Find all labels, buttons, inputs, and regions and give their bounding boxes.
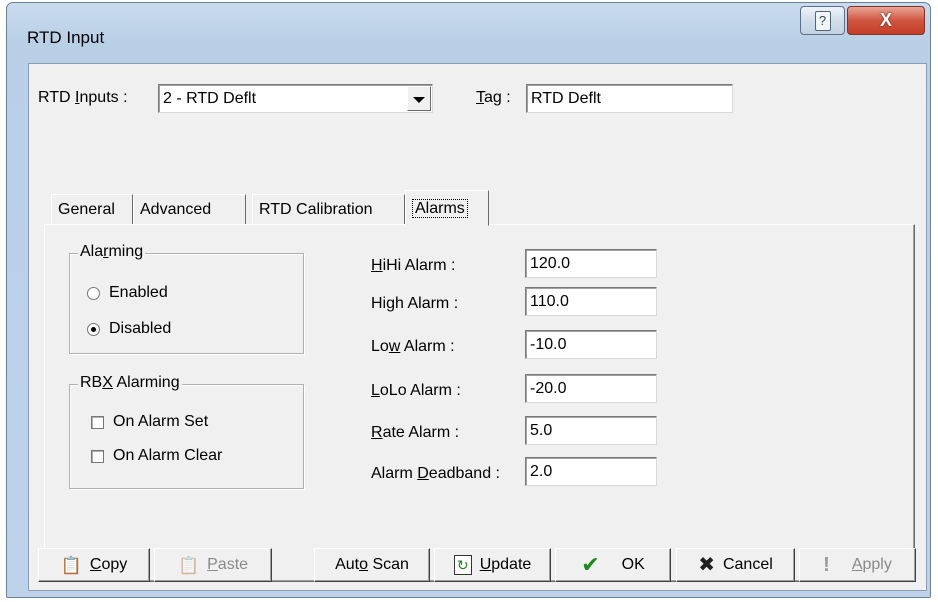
checkmark-icon: ✔ [581,552,600,577]
tab-rtd-calibration[interactable]: RTD Calibration [252,194,405,225]
help-icon: ? [814,10,831,31]
radio-button-selected-icon [87,322,100,336]
checkbox-icon [91,449,104,463]
close-icon: X [879,10,892,30]
paste-icon: 📋 [177,555,200,575]
low-alarm-field[interactable]: -10.0 [525,330,657,359]
close-button[interactable]: X [847,6,925,35]
alarming-enabled-radio[interactable]: Enabled [87,284,168,302]
cancel-button[interactable]: ✖ Cancel [676,548,795,582]
window-title: RTD Input [27,28,105,47]
alarms-tab-panel: Alarming Enabled Disabled RBX Alarming O… [44,224,915,582]
rate-alarm-label: Rate Alarm : [371,424,460,441]
hihi-alarm-field[interactable]: 120.0 [525,249,657,278]
ok-button[interactable]: ✔ OK [555,548,671,582]
dialog-window: RTD Input ? X RTD Inputs : 2 - RTD Deflt… [6,2,931,598]
copy-button[interactable]: 📋 Copy [38,548,150,582]
alarm-deadband-field[interactable]: 2.0 [525,457,657,486]
dialog-client-area: RTD Inputs : 2 - RTD Deflt Tag : RTD Def… [28,63,927,591]
on-alarm-set-checkbox[interactable]: On Alarm Set [91,413,208,431]
alarming-group-title: Alarming [78,243,146,261]
on-alarm-clear-checkbox[interactable]: On Alarm Clear [91,447,222,465]
tab-general[interactable]: General [51,194,133,225]
copy-icon: 📋 [60,555,82,575]
rtd-inputs-label: RTD Inputs : [38,89,128,106]
update-button[interactable]: ↻ Update [434,548,551,582]
alarming-disabled-radio[interactable]: Disabled [87,320,171,338]
lolo-alarm-label: LoLo Alarm : [371,382,461,399]
hihi-alarm-label: HiHi Alarm : [371,257,456,274]
alarm-deadband-label: Alarm Deadband : [371,465,500,482]
apply-button[interactable]: ! Apply [799,548,916,582]
x-mark-icon: ✖ [698,554,715,576]
rbx-alarming-groupbox: RBX Alarming On Alarm Set On Alarm Clear [69,374,304,489]
exclamation-icon: ! [823,554,830,576]
rate-alarm-field[interactable]: 5.0 [525,416,657,445]
high-alarm-field[interactable]: 110.0 [525,287,657,316]
paste-button[interactable]: 📋 Paste [154,548,272,582]
auto-scan-button[interactable]: Auto Scan [314,548,430,582]
tag-field[interactable]: RTD Deflt [526,84,733,113]
checkbox-icon [91,415,104,429]
alarming-groupbox: Alarming Enabled Disabled [69,243,304,354]
tab-advanced[interactable]: Advanced [133,194,246,225]
rtd-inputs-combo[interactable]: 2 - RTD Deflt [158,84,433,113]
help-button[interactable]: ? [800,6,845,35]
tab-alarms[interactable]: Alarms [405,190,489,226]
lolo-alarm-field[interactable]: -20.0 [525,374,657,403]
high-alarm-label: High Alarm : [371,295,459,312]
rtd-inputs-value: 2 - RTD Deflt [163,90,257,107]
tag-label: Tag : [476,89,511,106]
radio-button-icon [87,286,100,300]
dropdown-arrow-icon[interactable] [407,86,431,111]
rbx-alarming-group-title: RBX Alarming [78,374,182,392]
low-alarm-label: Low Alarm : [371,338,455,355]
refresh-icon: ↻ [453,555,472,575]
